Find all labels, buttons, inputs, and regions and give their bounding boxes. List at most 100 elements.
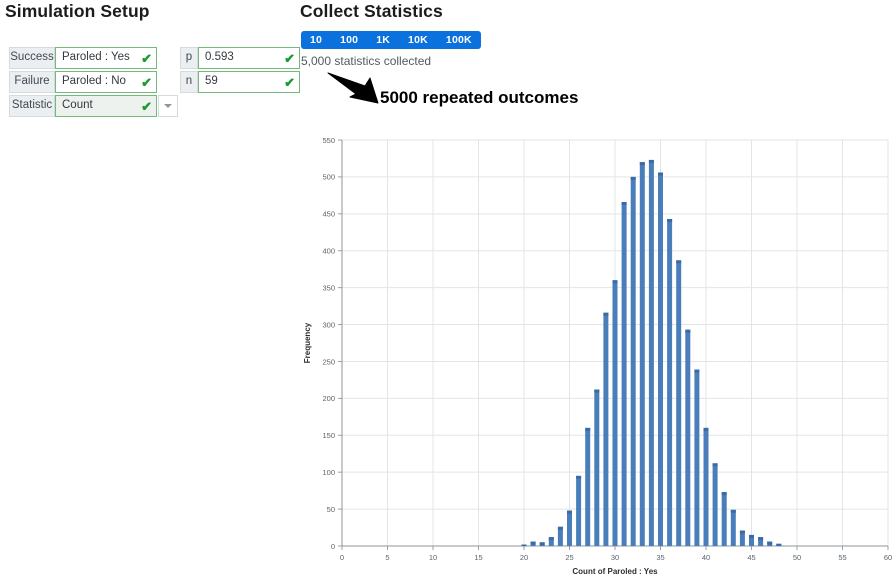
histogram-bar-cap (730, 509, 736, 513)
y-tick-label: 550 (322, 136, 335, 145)
success-field-value: Paroled : Yes (62, 51, 130, 64)
histogram-bar-cap (612, 280, 618, 284)
statistic-dropdown-button[interactable] (158, 95, 178, 117)
histogram-bar (612, 280, 618, 546)
histogram-svg: 0 50 100 150 200 250 300 350 400 450 500 550 0 5 10 15 2… (303, 136, 892, 576)
check-icon: ✔ (141, 74, 152, 90)
histogram-bar-cap (603, 312, 609, 316)
histogram-bar-cap (576, 475, 582, 479)
annotation-arrow-icon (327, 72, 379, 104)
n-field-box[interactable]: 59 ✔ (198, 71, 300, 93)
x-tick-label: 55 (838, 553, 846, 562)
application-window: Simulation Setup Success Paroled : Yes ✔… (0, 0, 892, 576)
histogram-bar (576, 475, 582, 546)
statistic-field-row[interactable]: Statistic Count ✔ (9, 95, 178, 117)
histogram-bar (621, 202, 627, 546)
p-field-row[interactable]: p 0.593 ✔ (180, 47, 300, 69)
failure-field-value: Paroled : No (62, 75, 126, 88)
n-field-row[interactable]: n 59 ✔ (180, 71, 300, 93)
histogram-bar (630, 176, 636, 546)
histogram-bar-cap (721, 492, 727, 496)
sample-size-button-100[interactable]: 100 (331, 31, 367, 49)
histogram-bar (667, 218, 673, 546)
y-tick-label: 0 (331, 542, 335, 551)
sample-size-button-1k[interactable]: 1K (367, 31, 399, 49)
histogram-bar-cap (749, 534, 754, 538)
x-tick-label: 50 (793, 553, 801, 562)
statistic-field-label: Statistic (9, 95, 55, 117)
annotation-label: 5000 repeated outcomes (380, 88, 579, 107)
sample-size-button-10[interactable]: 10 (301, 31, 331, 49)
histogram-bar (703, 427, 709, 546)
y-tick-label: 450 (322, 210, 335, 219)
x-tick-label: 40 (702, 553, 710, 562)
histogram-bar-cap (676, 260, 682, 264)
failure-field-box[interactable]: Paroled : No ✔ (55, 71, 157, 93)
statistic-field-box[interactable]: Count ✔ (55, 95, 157, 117)
statistic-field-value: Count (62, 99, 93, 112)
chevron-down-icon (164, 104, 172, 108)
histogram-bar (685, 329, 691, 546)
histogram-bar-cap (567, 510, 572, 514)
simulation-setup-title: Simulation Setup (5, 1, 150, 21)
histogram-bar-cap (585, 427, 591, 431)
histogram-bar-cap (530, 541, 536, 545)
failure-field-label: Failure (9, 71, 55, 93)
x-tick-label: 15 (474, 553, 482, 562)
n-field-label: n (180, 71, 198, 93)
x-tick-label: 60 (884, 553, 892, 562)
histogram-bar (694, 369, 700, 546)
y-tick-label: 300 (322, 320, 335, 329)
x-tick-label: 30 (611, 553, 619, 562)
y-axis-title: Frequency (303, 322, 312, 363)
x-tick-label: 45 (747, 553, 755, 562)
histogram-bar-cap (694, 369, 700, 373)
success-field-row[interactable]: Success Paroled : Yes ✔ (9, 47, 178, 69)
check-icon: ✔ (141, 98, 152, 114)
y-tick-label: 100 (322, 468, 335, 477)
sample-size-segmented-control[interactable]: 10 100 1K 10K 100K (301, 31, 481, 49)
failure-field-row[interactable]: Failure Paroled : No ✔ (9, 71, 178, 93)
y-tick-label: 400 (322, 247, 335, 256)
x-tick-label: 10 (429, 553, 437, 562)
histogram-bar (676, 260, 682, 546)
histogram-bar-cap (739, 530, 745, 534)
check-icon: ✔ (284, 74, 295, 90)
histogram-bar-cap (758, 537, 764, 541)
histogram-bar-cap (639, 162, 645, 166)
histogram-bar (648, 159, 654, 546)
x-tick-label: 25 (565, 553, 573, 562)
x-axis-title: Count of Paroled : Yes (572, 567, 658, 576)
parameter-fields: p 0.593 ✔ n 59 ✔ (180, 47, 300, 95)
success-field-label: Success (9, 47, 55, 69)
sample-size-button-10k[interactable]: 10K (399, 31, 437, 49)
y-tick-label: 200 (322, 394, 335, 403)
histogram-bar-cap (648, 159, 654, 163)
histogram-bar (585, 427, 591, 546)
y-tick-label: 150 (322, 431, 335, 440)
y-tick-label: 350 (322, 283, 335, 292)
histogram-bar (639, 162, 645, 546)
histogram-bar-cap (658, 172, 663, 176)
histogram-bar-cap (539, 542, 545, 546)
x-tick-label: 20 (520, 553, 528, 562)
x-tick-label: 0 (340, 553, 344, 562)
histogram-bar-cap (557, 526, 563, 530)
histogram-bar (594, 389, 600, 546)
collect-statistics-title: Collect Statistics (300, 1, 443, 21)
histogram-bar (721, 492, 727, 546)
histogram-bar-cap (685, 329, 691, 333)
p-field-box[interactable]: 0.593 ✔ (198, 47, 300, 69)
simulation-setup-fields: Success Paroled : Yes ✔ Failure Paroled … (9, 47, 178, 119)
histogram-bar-cap (630, 176, 636, 180)
histogram-chart: 0 50 100 150 200 250 300 350 400 450 500 550 0 5 10 15 2… (300, 130, 892, 576)
histogram-bar (567, 510, 572, 546)
success-field-box[interactable]: Paroled : Yes ✔ (55, 47, 157, 69)
sample-size-button-100k[interactable]: 100K (437, 31, 481, 49)
y-tick-label: 500 (322, 173, 335, 182)
x-tick-label: 35 (656, 553, 664, 562)
histogram-bar-cap (621, 202, 627, 206)
check-icon: ✔ (141, 50, 152, 66)
x-tick-label: 5 (385, 553, 389, 562)
histogram-bar (603, 312, 609, 546)
